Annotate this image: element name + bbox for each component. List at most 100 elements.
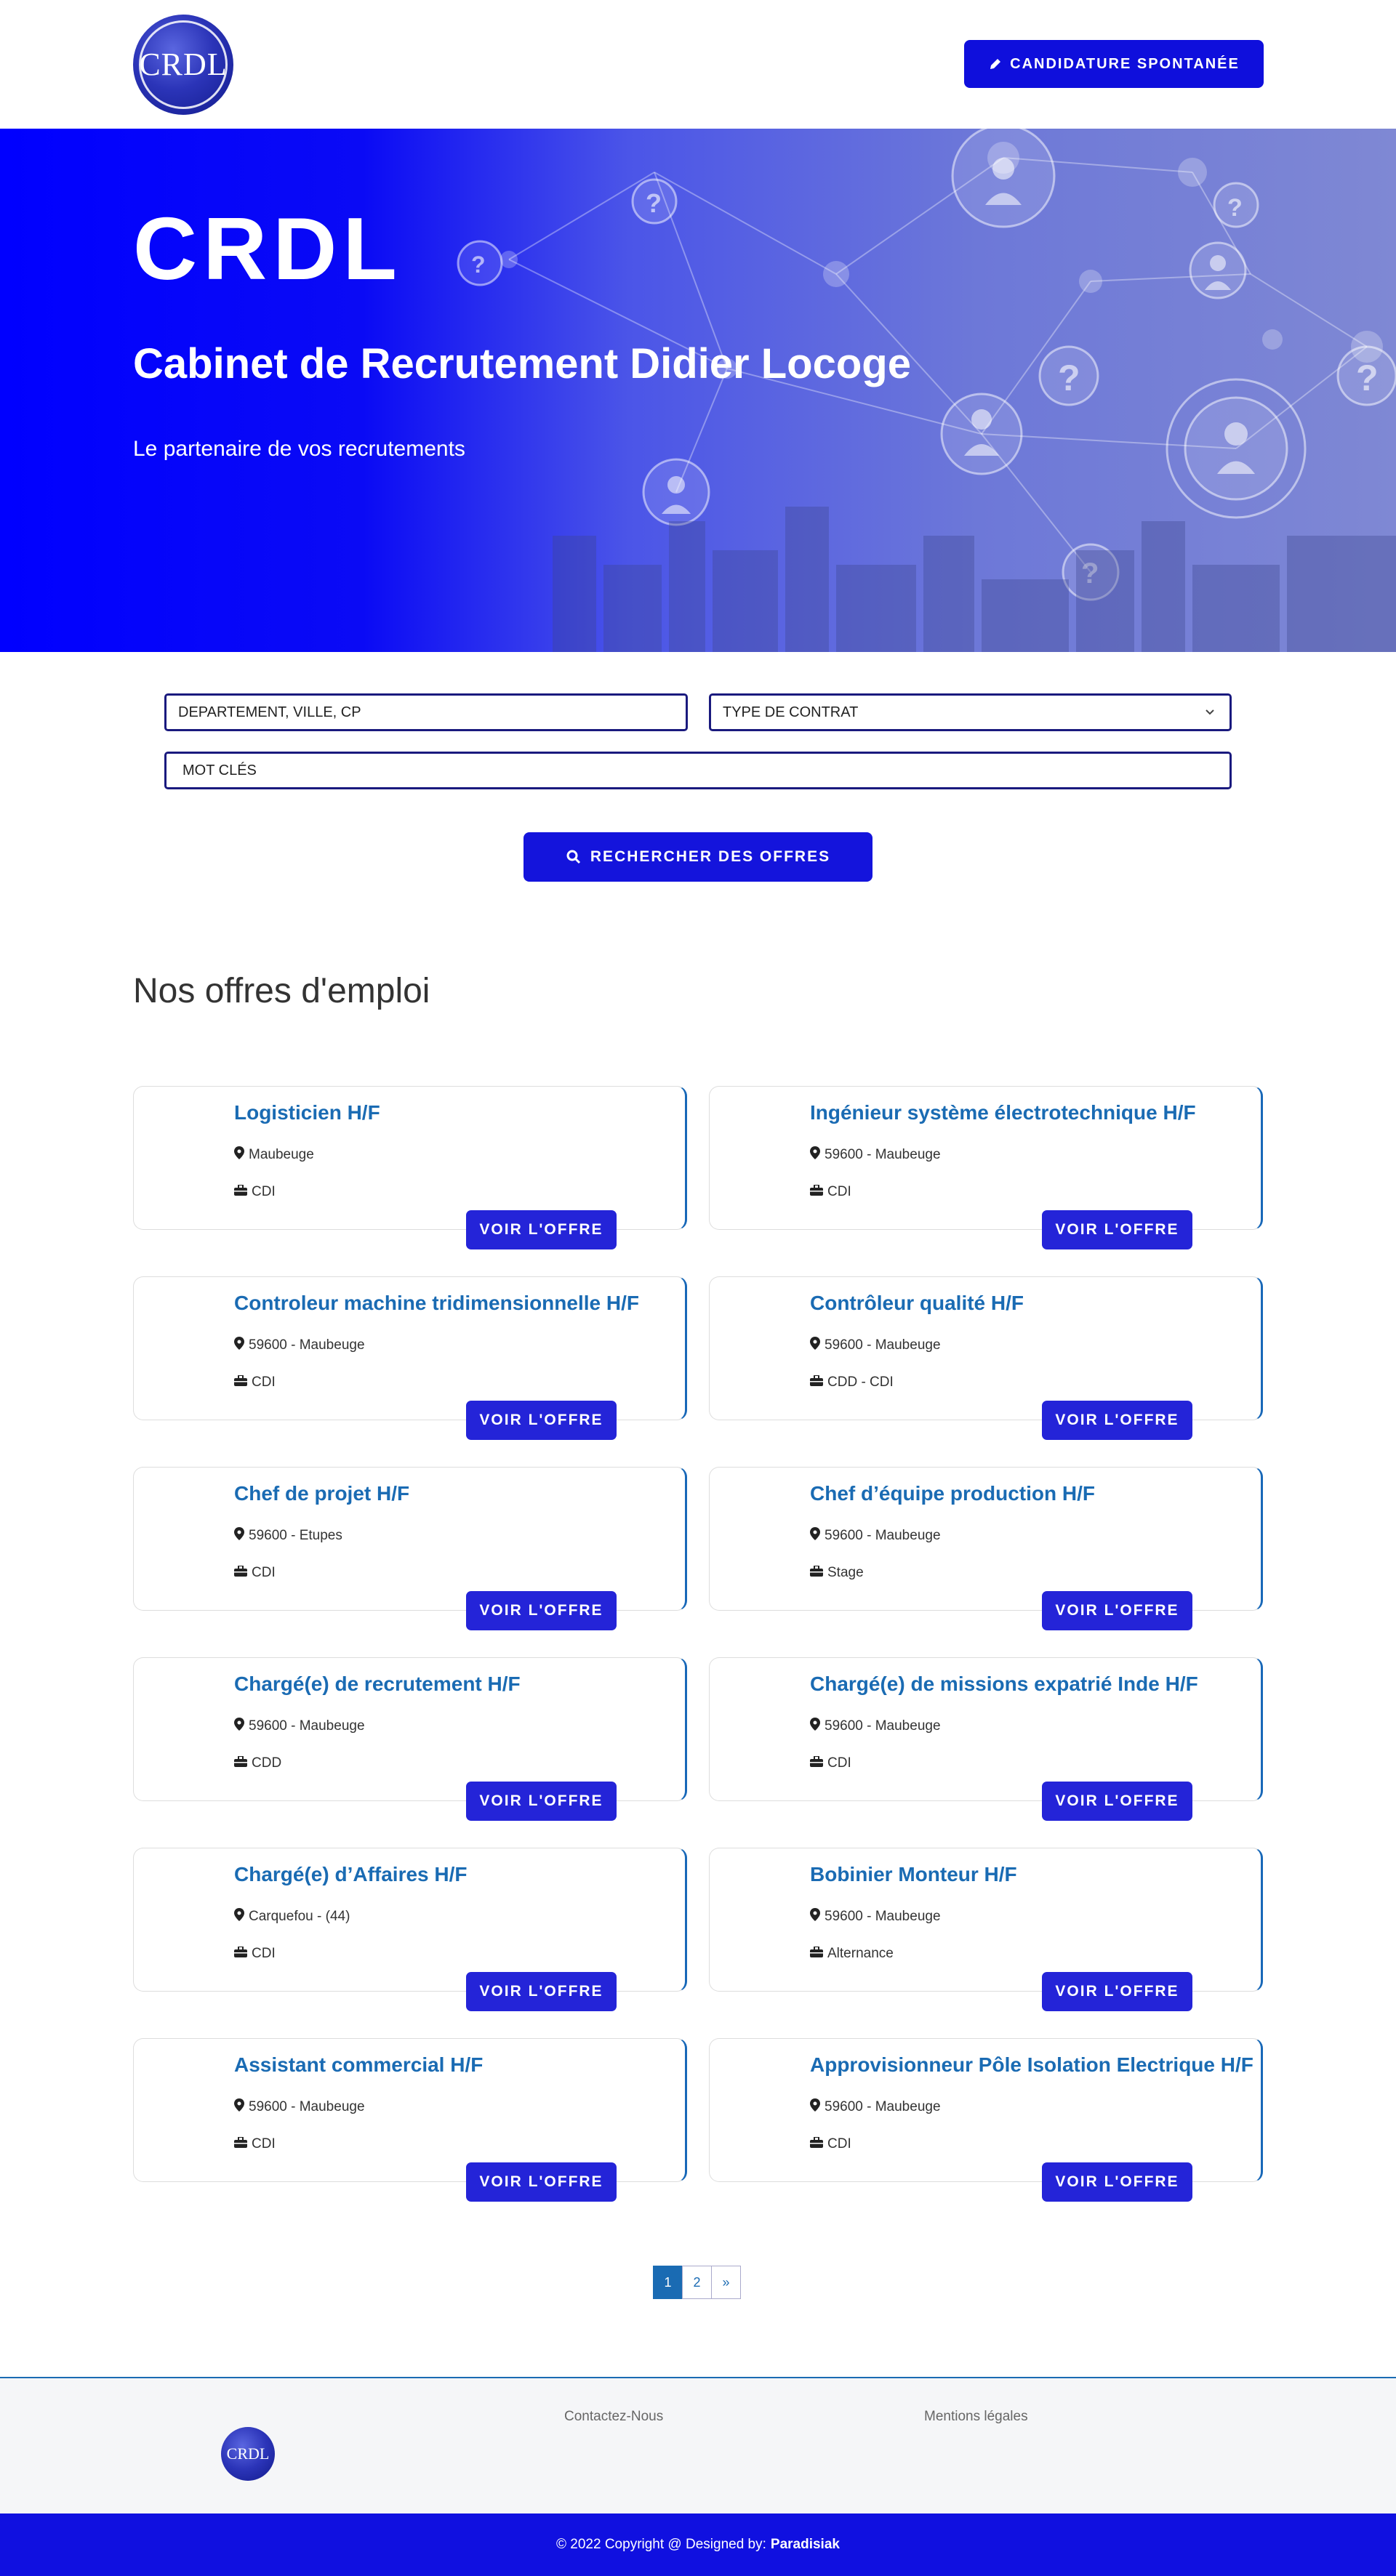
map-pin-icon	[810, 1908, 820, 1925]
job-contract: CDI	[234, 1374, 276, 1390]
job-location: 59600 - Maubeuge	[810, 1718, 941, 1735]
job-contract-text: CDD	[252, 1755, 282, 1771]
job-title[interactable]: Chef d’équipe production H/F	[810, 1482, 1095, 1505]
location-input[interactable]: DEPARTEMENT, VILLE, CP	[164, 693, 688, 731]
view-offer-button[interactable]: VOIR L'OFFRE	[1042, 1210, 1192, 1249]
briefcase-icon	[810, 1946, 823, 1962]
job-card: Approvisionneur Pôle Isolation Electriqu…	[709, 2038, 1263, 2202]
job-card: Ingénieur système électrotechnique H/F 59…	[709, 1086, 1263, 1249]
contact-link[interactable]: Contactez-Nous	[564, 2409, 663, 2425]
job-contract-text: CDD - CDI	[827, 1374, 894, 1390]
hero-subtitle: Cabinet de Recrutement Didier Locoge	[133, 340, 911, 387]
map-pin-icon	[810, 2098, 820, 2116]
job-contract-text: CDI	[827, 2136, 851, 2152]
job-title[interactable]: Approvisionneur Pôle Isolation Electriqu…	[810, 2053, 1253, 2077]
briefcase-icon	[234, 2136, 247, 2152]
job-title[interactable]: Assistant commercial H/F	[234, 2053, 483, 2077]
job-title[interactable]: Bobinier Monteur H/F	[810, 1863, 1017, 1886]
pencil-icon	[990, 59, 1001, 69]
view-offer-button[interactable]: VOIR L'OFFRE	[466, 1210, 617, 1249]
job-title[interactable]: Chef de projet H/F	[234, 1482, 409, 1505]
map-pin-icon	[810, 1527, 820, 1545]
job-contract: CDI	[810, 1755, 851, 1771]
job-card: Chargé(e) de missions expatrié Inde H/F 5…	[709, 1657, 1263, 1821]
job-title[interactable]: Chargé(e) d’Affaires H/F	[234, 1863, 468, 1886]
page-2-link[interactable]: 2	[682, 2266, 712, 2299]
view-offer-button[interactable]: VOIR L'OFFRE	[466, 1972, 617, 2011]
briefcase-icon	[810, 1755, 823, 1771]
briefcase-icon	[810, 1565, 823, 1581]
job-title[interactable]: Chargé(e) de missions expatrié Inde H/F	[810, 1673, 1198, 1696]
view-offer-button[interactable]: VOIR L'OFFRE	[466, 1782, 617, 1821]
view-offer-button[interactable]: VOIR L'OFFRE	[1042, 1401, 1192, 1440]
job-contract: CDI	[810, 1184, 851, 1200]
svg-text:?: ?	[646, 188, 662, 218]
view-offer-button[interactable]: VOIR L'OFFRE	[1042, 1782, 1192, 1821]
job-contract: CDI	[234, 2136, 276, 2152]
contract-type-select[interactable]: TYPE DE CONTRAT	[709, 693, 1232, 731]
map-pin-icon	[810, 1337, 820, 1354]
job-card: Chargé(e) de recrutement H/F 59600 - Maub…	[133, 1657, 687, 1821]
job-location-text: 59600 - Maubeuge	[249, 1718, 365, 1734]
job-location-text: 59600 - Maubeuge	[249, 1337, 365, 1353]
logo-text: CRDL	[139, 47, 228, 82]
map-pin-icon	[234, 2098, 244, 2116]
job-location-text: Carquefou - (44)	[249, 1909, 350, 1924]
job-location-text: 59600 - Maubeuge	[249, 2099, 365, 2114]
view-offer-button[interactable]: VOIR L'OFFRE	[466, 1591, 617, 1630]
chevron-down-icon	[1206, 709, 1214, 715]
job-contract: CDD - CDI	[810, 1374, 894, 1390]
job-contract: CDI	[810, 2136, 851, 2152]
map-pin-icon	[810, 1718, 820, 1735]
job-location: 59600 - Maubeuge	[234, 2098, 365, 2116]
view-offer-button[interactable]: VOIR L'OFFRE	[466, 1401, 617, 1440]
spontaneous-application-label: CANDIDATURE SPONTANÉE	[1010, 55, 1240, 72]
designer-link[interactable]: Paradisiak	[771, 2537, 840, 2553]
job-contract: Alternance	[810, 1946, 894, 1962]
job-location: 59600 - Maubeuge	[810, 1146, 941, 1164]
footer-logo[interactable]: CRDL	[221, 2427, 275, 2481]
map-pin-icon	[810, 1146, 820, 1164]
job-contract-text: CDI	[827, 1755, 851, 1771]
job-title[interactable]: Logisticien H/F	[234, 1101, 380, 1124]
view-offer-button[interactable]: VOIR L'OFFRE	[1042, 1591, 1192, 1630]
search-offers-button[interactable]: RECHERCHER DES OFFRES	[524, 832, 872, 882]
jobs-section-title: Nos offres d'emploi	[133, 972, 430, 1010]
job-card: Logisticien H/F Maubeuge CDI VOIR L'OFFRE	[133, 1086, 687, 1249]
job-title[interactable]: Ingénieur système électrotechnique H/F	[810, 1101, 1196, 1124]
job-title[interactable]: Contrôleur qualité H/F	[810, 1292, 1024, 1315]
site-header: CRDL CANDIDATURE SPONTANÉE	[0, 0, 1396, 129]
view-offer-button[interactable]: VOIR L'OFFRE	[1042, 1972, 1192, 2011]
job-title[interactable]: Chargé(e) de recrutement H/F	[234, 1673, 521, 1696]
briefcase-icon	[234, 1946, 247, 1962]
job-contract: CDI	[234, 1184, 276, 1200]
job-location: 59600 - Etupes	[234, 1527, 342, 1545]
site-footer: CRDL Contactez-Nous Mentions légales	[0, 2377, 1396, 2513]
briefcase-icon	[810, 1184, 823, 1200]
keywords-input[interactable]: MOT CLÉS	[164, 752, 1232, 789]
job-location: 59600 - Maubeuge	[810, 2098, 941, 2116]
job-contract-text: CDI	[252, 1184, 276, 1199]
page-1-link[interactable]: 1	[653, 2266, 683, 2299]
view-offer-button[interactable]: VOIR L'OFFRE	[466, 2162, 617, 2202]
job-contract: CDI	[234, 1565, 276, 1581]
view-offer-button[interactable]: VOIR L'OFFRE	[1042, 2162, 1192, 2202]
job-location-text: 59600 - Etupes	[249, 1528, 342, 1543]
legal-notice-link[interactable]: Mentions légales	[924, 2409, 1028, 2425]
next-page-link[interactable]: »	[711, 2266, 741, 2299]
briefcase-icon	[810, 2136, 823, 2152]
job-location-text: 59600 - Maubeuge	[825, 1909, 941, 1924]
briefcase-icon	[810, 1374, 823, 1390]
svg-text:?: ?	[1356, 358, 1379, 398]
map-pin-icon	[234, 1337, 244, 1354]
job-contract-text: CDI	[252, 1946, 276, 1961]
job-location: Maubeuge	[234, 1146, 314, 1164]
job-location: 59600 - Maubeuge	[234, 1718, 365, 1735]
job-location-text: Maubeuge	[249, 1147, 314, 1162]
crdl-logo[interactable]: CRDL	[133, 15, 233, 115]
spontaneous-application-button[interactable]: CANDIDATURE SPONTANÉE	[964, 40, 1264, 88]
search-icon	[566, 850, 580, 864]
contract-type-value: TYPE DE CONTRAT	[723, 704, 859, 720]
briefcase-icon	[234, 1374, 247, 1390]
job-title[interactable]: Controleur machine tridimensionnelle H/F	[234, 1292, 639, 1315]
